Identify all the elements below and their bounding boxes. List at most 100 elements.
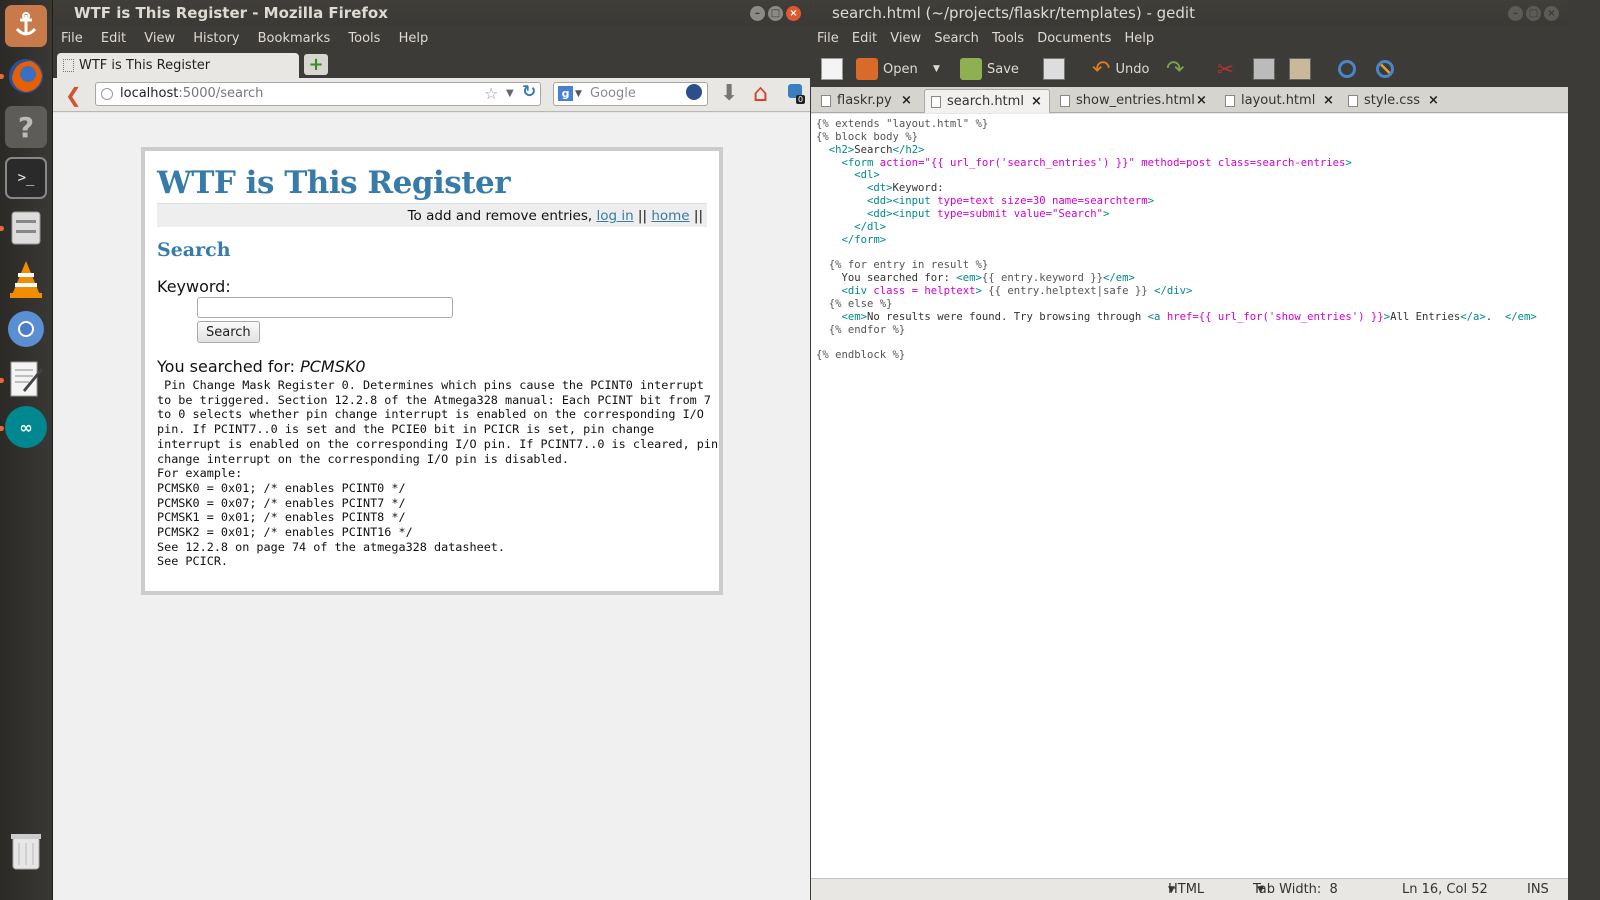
- code-token: {% extends "layout.html" %}: [816, 118, 989, 130]
- open-button[interactable]: Open: [856, 56, 918, 82]
- download-icon[interactable]: ⬇: [720, 81, 738, 106]
- separator: ||: [689, 208, 703, 224]
- code-line: {% endfor %}: [816, 324, 1568, 337]
- keyword-label: Keyword:: [157, 277, 231, 296]
- vlc-icon[interactable]: [5, 258, 47, 300]
- minimize-button[interactable]: –: [1508, 6, 1523, 21]
- home-icon[interactable]: ⌂: [753, 79, 768, 107]
- tab-width-selector[interactable]: Tab Width: 8 ▼: [1253, 879, 1338, 900]
- close-button[interactable]: ×: [786, 6, 801, 21]
- close-tab-icon[interactable]: ×: [901, 89, 912, 113]
- code-token: >: [1345, 156, 1352, 169]
- maximize-button[interactable]: □: [1526, 6, 1541, 21]
- code-token: action="{{ url_for('search_entries') }}"…: [879, 156, 1346, 169]
- menu-help[interactable]: Help: [1124, 31, 1154, 46]
- code-token: <dd><input: [867, 195, 938, 208]
- search-box[interactable]: g ▼ Google: [553, 82, 708, 106]
- code-token: <em>: [841, 310, 868, 323]
- menu-file[interactable]: File: [817, 31, 839, 46]
- document-tab[interactable]: show_entries.html ×: [1054, 89, 1214, 113]
- document-tab[interactable]: layout.html ×: [1219, 89, 1337, 113]
- code-line: {% else %}: [816, 298, 1568, 311]
- menu-tools[interactable]: Tools: [348, 31, 380, 46]
- document-tab[interactable]: search.html ×: [924, 89, 1050, 113]
- code-token: .: [1485, 310, 1505, 323]
- redo-button[interactable]: ↷: [1166, 56, 1184, 82]
- firefox-window-title: WTF is This Register - Mozilla Firefox: [74, 4, 388, 22]
- menu-edit[interactable]: Edit: [101, 31, 126, 46]
- menu-history[interactable]: History: [193, 31, 239, 46]
- code-token: <em>: [956, 272, 982, 285]
- document-tab[interactable]: flaskr.py ×: [815, 89, 919, 113]
- login-link[interactable]: log in: [596, 208, 633, 224]
- menu-file[interactable]: File: [61, 31, 83, 46]
- browser-tab-title: WTF is This Register: [79, 58, 211, 73]
- engine-dropdown-icon[interactable]: ▼: [575, 83, 582, 105]
- menu-view[interactable]: View: [890, 31, 921, 46]
- google-icon: g: [558, 86, 573, 101]
- terminal-icon[interactable]: >_: [5, 157, 47, 199]
- new-button[interactable]: [821, 56, 848, 82]
- document-icon: [821, 95, 831, 107]
- close-tab-icon[interactable]: ×: [1031, 90, 1042, 114]
- firefox-menubar: File Edit View History Bookmarks Tools H…: [53, 26, 810, 51]
- chevron-down-icon: ▼: [1257, 885, 1265, 895]
- reload-icon[interactable]: ↻: [522, 81, 536, 103]
- search-button[interactable]: Search: [197, 321, 260, 343]
- document-tab[interactable]: style.css ×: [1342, 89, 1446, 113]
- menu-edit[interactable]: Edit: [852, 31, 877, 46]
- menu-bookmarks[interactable]: Bookmarks: [258, 31, 331, 46]
- replace-button[interactable]: [1376, 56, 1399, 82]
- undo-button[interactable]: ↶ Undo: [1092, 56, 1149, 82]
- close-tab-icon[interactable]: ×: [1323, 89, 1334, 113]
- new-tab-button[interactable]: +: [304, 54, 328, 75]
- menu-search[interactable]: Search: [934, 31, 979, 46]
- open-dropdown[interactable]: ▼: [933, 56, 940, 82]
- ubuntu-dash-icon[interactable]: [5, 5, 47, 47]
- dropdown-arrow-icon[interactable]: ▼: [506, 83, 514, 105]
- code-editor[interactable]: {% extends "layout.html" %} {% block body…: [811, 114, 1568, 878]
- code-token: <dt>: [867, 182, 893, 195]
- tab-width-label: Tab Width: 8: [1253, 882, 1338, 897]
- url-bar[interactable]: localhost:5000/search ☆ ▼ ↻: [95, 82, 541, 106]
- code-token: Keyword:: [892, 182, 944, 195]
- minimize-button[interactable]: –: [750, 6, 765, 21]
- trash-icon[interactable]: [5, 830, 47, 872]
- home-link[interactable]: home: [651, 208, 689, 224]
- desktop: ? >_ ∞ WTF is This Register - Mozilla Fi…: [0, 0, 1600, 900]
- print-button[interactable]: [1043, 56, 1070, 82]
- menu-help[interactable]: Help: [399, 31, 429, 46]
- text-editor-icon[interactable]: [5, 358, 47, 400]
- code-line: {% extends "layout.html" %}: [816, 118, 1568, 131]
- maximize-button[interactable]: □: [768, 6, 783, 21]
- help-icon[interactable]: ?: [5, 106, 47, 148]
- files-icon[interactable]: [5, 207, 47, 249]
- search-icon[interactable]: [686, 84, 702, 100]
- bookmark-star-icon[interactable]: ☆: [484, 83, 498, 105]
- chromium-icon[interactable]: [5, 308, 47, 350]
- back-icon[interactable]: ❮: [65, 83, 82, 107]
- paste-button[interactable]: [1289, 56, 1316, 82]
- code-token: </dl>: [854, 220, 887, 233]
- helptext-line: to 0 selects whether pin change interrup…: [157, 407, 704, 422]
- firefox-icon[interactable]: [5, 55, 47, 97]
- close-tab-icon[interactable]: ×: [1428, 89, 1439, 113]
- code-text[interactable]: {% extends "layout.html" %} {% block body…: [811, 114, 1568, 362]
- menu-tools[interactable]: Tools: [992, 31, 1024, 46]
- close-button[interactable]: ×: [1544, 6, 1559, 21]
- arduino-icon[interactable]: ∞: [5, 406, 47, 448]
- copy-button[interactable]: [1253, 56, 1280, 82]
- cut-button[interactable]: ✂: [1217, 56, 1234, 82]
- close-tab-icon[interactable]: ×: [1196, 89, 1207, 113]
- find-button[interactable]: [1338, 56, 1361, 82]
- save-button[interactable]: Save: [960, 56, 1019, 82]
- launcher: ? >_ ∞: [0, 0, 53, 900]
- code-token: >: [1147, 195, 1155, 208]
- keyword-input[interactable]: [197, 297, 453, 318]
- menu-view[interactable]: View: [144, 31, 175, 46]
- menu-documents[interactable]: Documents: [1037, 31, 1111, 46]
- helptext-line: PCMSK2 = 0x01; /* enables PCINT16 */: [157, 525, 413, 540]
- browser-tab[interactable]: WTF is This Register: [57, 53, 299, 78]
